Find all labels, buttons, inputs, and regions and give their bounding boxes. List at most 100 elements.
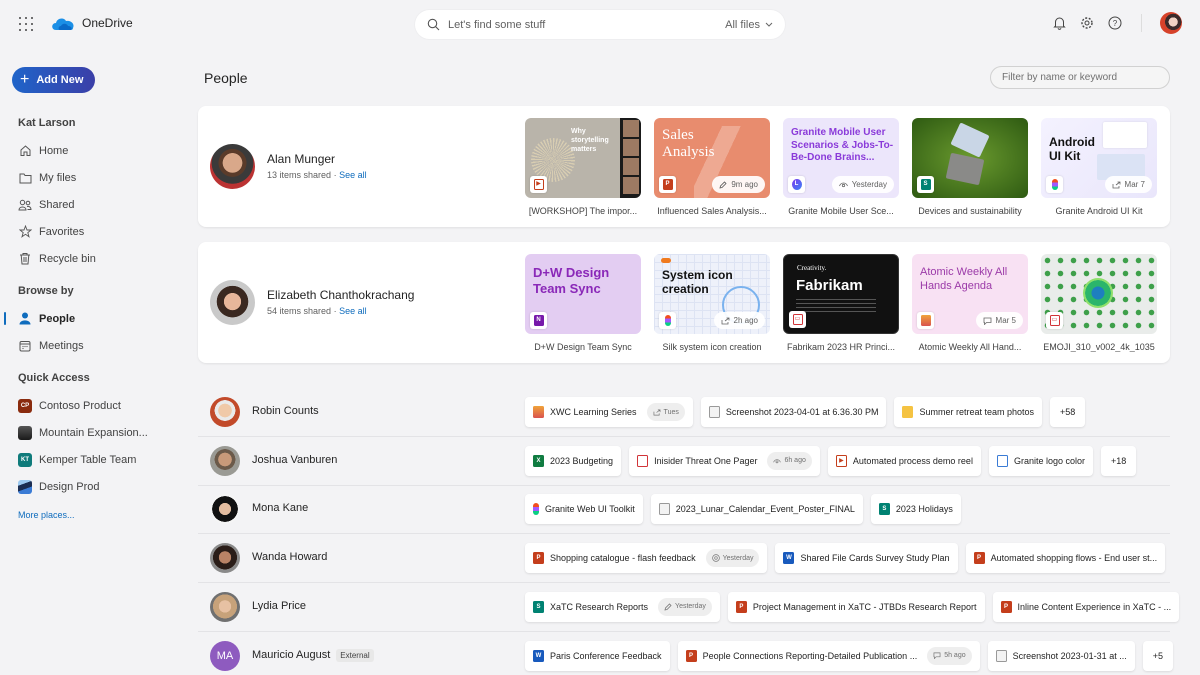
- avatar[interactable]: MA: [210, 640, 240, 671]
- sidebar-item-shared[interactable]: Shared: [0, 191, 190, 218]
- filter-input[interactable]: Filter by name or keyword: [990, 66, 1170, 89]
- sidebar-item-home[interactable]: Home: [0, 137, 190, 164]
- file-tile[interactable]: ▭ EMOJI_310_v002_4k_1035: [1041, 254, 1157, 352]
- sidebar-item-meetings[interactable]: Meetings: [0, 332, 190, 359]
- see-all-link[interactable]: See all: [339, 170, 367, 180]
- person-name[interactable]: Alan Munger: [267, 152, 335, 166]
- file-chip[interactable]: Screenshot 2023-04-01 at 6.36.30 PM: [700, 397, 887, 427]
- file-chip[interactable]: S XaTC Research Reports Yesterday: [525, 591, 720, 622]
- activity-time: 6h ago: [784, 457, 806, 465]
- search-scope-dropdown[interactable]: All files: [725, 19, 773, 31]
- file-thumbnail: S: [912, 118, 1028, 198]
- person-name[interactable]: Lydia Price: [252, 600, 306, 612]
- file-thumbnail: ▭: [1041, 254, 1157, 334]
- file-tile[interactable]: Sales Analysis P 9m ago Influenced Sales…: [654, 118, 770, 216]
- see-all-link[interactable]: See all: [339, 306, 367, 316]
- file-thumbnail: Sales Analysis P 9m ago: [654, 118, 770, 198]
- file-tile[interactable]: Why storytelling matters ▶ [WORKSHOP] Th…: [525, 118, 641, 216]
- top-actions: ?: [1051, 12, 1182, 34]
- file-thumbnail: D+W Design Team Sync N: [525, 254, 641, 334]
- file-chip[interactable]: W Shared File Cards Survey Study Plan: [775, 543, 958, 574]
- avatar-initials: MA: [216, 649, 234, 662]
- file-thumbnail: Android UI Kit Mar 7: [1041, 118, 1157, 198]
- avatar[interactable]: [210, 494, 240, 525]
- more-places-link[interactable]: More places...: [0, 500, 190, 530]
- more-files-button[interactable]: +58: [1050, 397, 1086, 427]
- person-name[interactable]: Robin Counts: [252, 405, 319, 417]
- sidebar-item-label: Recycle bin: [39, 252, 96, 265]
- file-chip[interactable]: Summer retreat team photos: [894, 397, 1043, 427]
- file-chip[interactable]: Granite logo color: [988, 445, 1093, 476]
- file-name: [WORKSHOP] The impor...: [528, 206, 638, 216]
- file-thumbnail: Granite Mobile User Scenarios & Jobs-To-…: [783, 118, 899, 198]
- activity-badge: 5h ago: [927, 646, 972, 665]
- file-chip[interactable]: XWC Learning Series Tues: [525, 397, 693, 427]
- quick-access-kemper-table-team[interactable]: KT Kemper Table Team: [0, 446, 190, 473]
- file-tile[interactable]: Android UI Kit Mar 7 Granite Android UI …: [1041, 118, 1157, 216]
- file-chip[interactable]: P Inline Content Experience in XaTC - ...: [992, 591, 1180, 622]
- pdf-icon: ▭: [789, 311, 806, 328]
- sidebar-item-my-files[interactable]: My files: [0, 164, 190, 191]
- sidebar-item-label: Contoso Product: [39, 399, 121, 412]
- file-chip[interactable]: ▶ Automated process demo reel: [827, 445, 981, 476]
- add-new-button[interactable]: + Add New: [12, 67, 95, 93]
- quick-access-mountain-expansion[interactable]: Mountain Expansion...: [0, 419, 190, 446]
- file-chip[interactable]: P Shopping catalogue - flash feedback Yest…: [525, 543, 768, 574]
- items-shared-count: 13 items shared: [267, 170, 332, 180]
- avatar[interactable]: [210, 543, 240, 574]
- file-tile[interactable]: System icon creation 2h ago Silk system …: [654, 254, 770, 352]
- activity-badge: Yesterday: [831, 176, 894, 193]
- bell-icon[interactable]: [1051, 15, 1067, 31]
- search-input[interactable]: Let's find some stuff: [448, 19, 725, 31]
- gear-icon[interactable]: [1079, 15, 1095, 31]
- user-avatar[interactable]: [1160, 12, 1182, 34]
- avatar[interactable]: [210, 397, 240, 427]
- file-tile[interactable]: D+W Design Team Sync N D+W Design Team S…: [525, 254, 641, 352]
- more-files-button[interactable]: +18: [1101, 445, 1137, 476]
- quick-access-design-prod[interactable]: Design Prod: [0, 473, 190, 500]
- file-chip[interactable]: P Project Management in XaTC - JTBDs Rese…: [727, 591, 985, 622]
- search-box[interactable]: Let's find some stuff All files: [415, 10, 785, 39]
- more-files-count: +58: [1060, 407, 1076, 417]
- avatar[interactable]: [210, 280, 255, 325]
- thumbnail-title: Fabrikam: [796, 277, 863, 294]
- avatar[interactable]: [210, 445, 240, 476]
- activity-badge: Mar 5: [975, 312, 1023, 329]
- file-name: Fabrikam 2023 HR Princi...: [786, 342, 896, 352]
- file-tile[interactable]: Granite Mobile User Scenarios & Jobs-To-…: [783, 118, 899, 216]
- file-chip[interactable]: S 2023 Holidays: [870, 494, 961, 525]
- sidebar-item-recycle-bin[interactable]: Recycle bin: [0, 245, 190, 272]
- file-chip[interactable]: P People Connections Reporting-Detailed P…: [677, 640, 980, 671]
- app-launcher-icon[interactable]: [19, 17, 33, 31]
- site-badge: CP: [18, 398, 32, 413]
- avatar[interactable]: [210, 144, 255, 189]
- onedrive-logo[interactable]: OneDrive: [50, 14, 133, 32]
- file-tile[interactable]: Creativity. Fabrikam ▭ Fabrikam 2023 HR …: [783, 254, 899, 352]
- person-name[interactable]: Wanda Howard: [252, 551, 327, 563]
- file-tile[interactable]: S Devices and sustainability: [912, 118, 1028, 216]
- people-icon: [18, 198, 32, 212]
- file-name: Project Management in XaTC - JTBDs Resea…: [752, 601, 977, 612]
- file-chip[interactable]: X 2023 Budgeting: [525, 445, 622, 476]
- video-participants-strip: [623, 120, 639, 196]
- person-icon: [18, 312, 32, 326]
- person-name[interactable]: Elizabeth Chanthokrachang: [267, 288, 414, 302]
- help-icon[interactable]: ?: [1107, 15, 1123, 31]
- file-chip[interactable]: Screenshot 2023-01-31 at ...: [987, 640, 1135, 671]
- sidebar-item-favorites[interactable]: Favorites: [0, 218, 190, 245]
- file-chip[interactable]: P Automated shopping flows - End user st.…: [965, 543, 1166, 574]
- quick-access-contoso-product[interactable]: CP Contoso Product: [0, 392, 190, 419]
- image-file-icon: [658, 503, 670, 516]
- file-chip[interactable]: 2023_Lunar_Calendar_Event_Poster_FINAL: [650, 494, 863, 525]
- file-chip[interactable]: W Paris Conference Feedback: [525, 640, 670, 671]
- file-tile[interactable]: Atomic Weekly All Hands Agenda Mar 5 Ato…: [912, 254, 1028, 352]
- file-chip[interactable]: Inisider Threat One Pager 6h ago: [629, 445, 820, 476]
- person-name[interactable]: Mona Kane: [252, 502, 308, 514]
- more-files-button[interactable]: +5: [1142, 640, 1173, 671]
- avatar[interactable]: [210, 591, 240, 622]
- person-name[interactable]: Joshua Vanburen: [252, 454, 337, 466]
- person-name[interactable]: Mauricio August: [252, 649, 330, 661]
- sidebar-item-people[interactable]: People: [0, 305, 190, 332]
- file-chips: Granite Web UI Toolkit 2023_Lunar_Calenda…: [525, 494, 961, 525]
- file-chip[interactable]: Granite Web UI Toolkit: [525, 494, 643, 525]
